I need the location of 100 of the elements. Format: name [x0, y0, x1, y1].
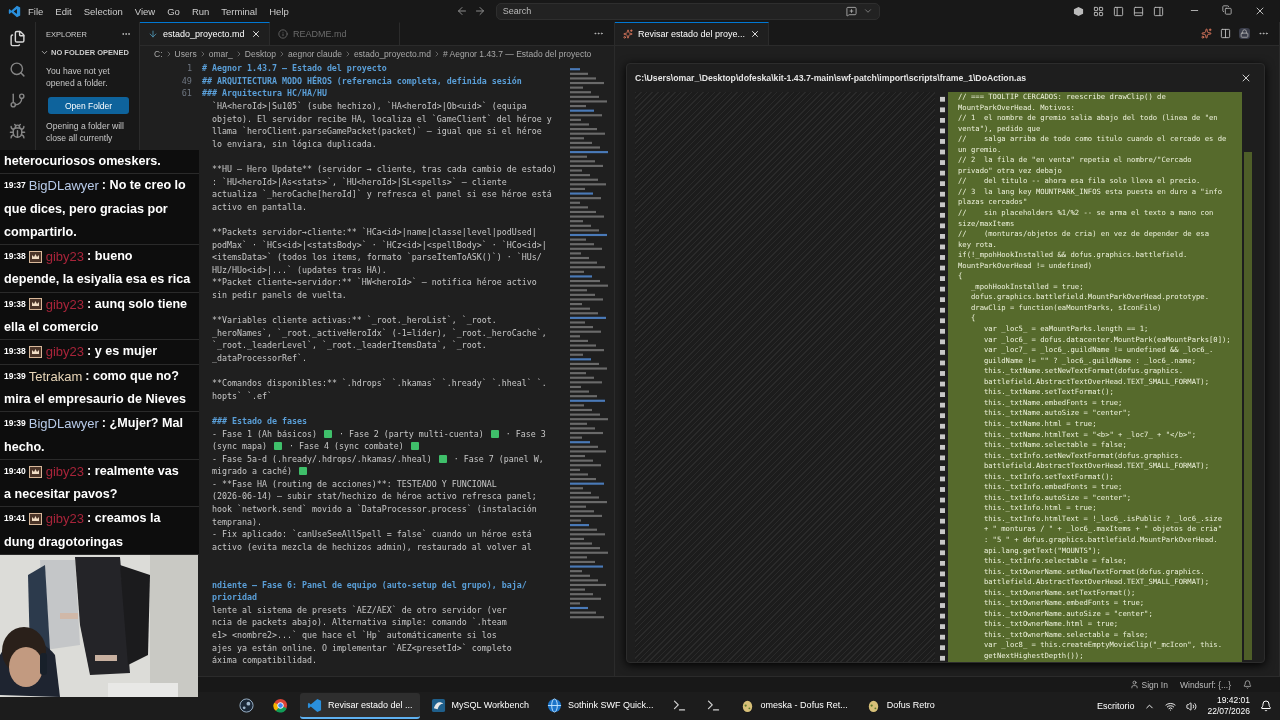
- code-line: activo en pantalla.: [212, 201, 307, 212]
- check-mark-icon: [298, 467, 307, 476]
- chat-text: : No te creo lo: [101, 177, 186, 195]
- line-number: 61: [180, 88, 192, 99]
- chat-timestamp: 19:40: [4, 464, 26, 478]
- sign-in-item[interactable]: Sign In: [1129, 679, 1168, 690]
- code-text: · Fase 7 (panel W,: [452, 453, 544, 464]
- source-control-icon[interactable]: [9, 92, 26, 109]
- check-mark-icon: [273, 442, 282, 451]
- chat-text: compartirlo.: [4, 223, 77, 241]
- menu-item[interactable]: File: [23, 3, 49, 19]
- forward-arrow-icon[interactable]: [473, 5, 486, 17]
- breadcrumb-item[interactable]: estado_proyecto.md: [353, 48, 431, 59]
- desktop-label[interactable]: Escritorio: [1096, 701, 1135, 711]
- menu-item[interactable]: Go: [162, 3, 185, 19]
- chat-username: giby23: [45, 343, 85, 362]
- chat-text: hecho.: [4, 438, 45, 456]
- breadcrumb-item[interactable]: # Aegnor 1.43.7 — Estado del proyecto: [442, 48, 592, 59]
- chat-text: : creamos la: [87, 510, 161, 528]
- sparkle-icon[interactable]: [1201, 28, 1212, 39]
- search-icon[interactable]: [9, 61, 26, 78]
- code-line: temprana).: [212, 516, 262, 527]
- menu-item[interactable]: Run: [186, 3, 215, 19]
- code-line: **Packet cliente→servidor:** `HW<heroId>` — notifica héroe activo: [212, 277, 537, 288]
- code-line: sin pedir panels de vuelta.: [212, 290, 347, 300]
- menu-item[interactable]: Help: [264, 3, 294, 19]
- line-number: 1: [185, 63, 192, 74]
- chevron-down-icon[interactable]: [40, 48, 49, 57]
- chat-text: : y es mujer: [87, 343, 158, 361]
- breadcrumb-item[interactable]: C:: [154, 48, 163, 59]
- chat-text: depende, la esiyalia esa es rica: [4, 271, 191, 289]
- wifi-icon[interactable]: [1165, 700, 1177, 712]
- code-line: (2026-06-14) — subir stat/hechizo de héroe activo refresca panel;: [212, 491, 537, 502]
- close-icon[interactable]: [1240, 72, 1252, 84]
- menu-item[interactable]: Edit: [50, 3, 77, 19]
- lock-icon[interactable]: [1239, 28, 1250, 39]
- panel-left-icon[interactable]: [1113, 5, 1124, 17]
- code-editor-logo-icon: [8, 4, 21, 18]
- code-line: hopts` `.ef`: [212, 390, 272, 401]
- chat-timestamp: 19:41: [4, 512, 26, 526]
- chat-username: BigDLawyer: [28, 177, 99, 196]
- menu-item[interactable]: View: [129, 3, 161, 19]
- chevron-down-icon[interactable]: [862, 6, 873, 16]
- bell-icon[interactable]: [1243, 680, 1252, 689]
- breadcrumb-item[interactable]: Users: [174, 48, 197, 59]
- close-icon[interactable]: [1254, 5, 1266, 17]
- clock[interactable]: 19:42:01 22/07/2026: [1207, 695, 1250, 717]
- code-text: · Fase 2 (party multi-cuenta): [337, 428, 485, 439]
- code-text: · Fase 4 (sync combate): [287, 441, 405, 452]
- layout-icon[interactable]: [1093, 5, 1104, 17]
- menu-item[interactable]: Terminal: [216, 3, 263, 19]
- code-line: podMax` · `HCs<id>|<statsBody>` · `HCz<id>|<spellBody>` · `HCo<id>|: [212, 239, 547, 250]
- close-tab-icon[interactable]: [251, 29, 261, 39]
- files-icon[interactable]: [9, 30, 26, 47]
- taskbar-app[interactable]: omeska - Dofus Ret...: [732, 693, 855, 719]
- search-field[interactable]: Search: [495, 2, 880, 20]
- code-line: hook `network.send` movido a `DataProcessor.process` (instalación: [212, 504, 537, 515]
- editor-tab[interactable]: Revisar estado del proye...: [615, 22, 770, 45]
- taskbar-app[interactable]: Sothink SWF Quick...: [540, 693, 661, 719]
- markdown-heading: ndiente — Fase 6: Panel de equipo (auto-setup del grupo), baja/: [212, 579, 527, 590]
- bug-icon[interactable]: [9, 123, 26, 140]
- volume-icon[interactable]: [1186, 700, 1198, 712]
- restore-icon[interactable]: [1222, 5, 1232, 15]
- cube-icon[interactable]: [1073, 5, 1084, 17]
- line-number: 49: [180, 75, 192, 86]
- editor-tab[interactable]: estado_proyecto.md: [140, 22, 270, 45]
- chat-text: que dices, pero gracias por: [4, 200, 168, 218]
- code-line: **Packets servidor→cliente:** `HCa<id>|name|classe|level|podUsed|: [212, 227, 537, 237]
- code-line: _heroNames`, `_root._activeHeroIdx` (-1=líder), `_root._heroCache`,: [212, 327, 547, 338]
- code-line: <itemsData>` (todos los items, formato `parseItemToASK()`) · `HUs/: [212, 252, 542, 263]
- chat-text: : realmente vas: [87, 462, 179, 480]
- breadcrumb-item[interactable]: omar_: [208, 48, 233, 59]
- taskbar-app[interactable]: Dofus Retro: [858, 693, 951, 719]
- chat-text: : ¿Mujer? Mal: [101, 415, 183, 433]
- close-tab-icon[interactable]: [750, 29, 761, 39]
- breadcrumb-item[interactable]: Desktop: [244, 48, 276, 59]
- code-line: activo (evita mezcla de hechizos admin), restaurado al volver al: [212, 541, 532, 552]
- code-line: llama `heroClient.parseGamePacket(packet)` — igual que si el héroe: [212, 126, 542, 137]
- code-text: · Fase 3: [504, 428, 546, 439]
- code-line: lente al sistema de presets `AEZ/AEX` de otro servidor (ver: [212, 604, 507, 615]
- breadcrumb-item[interactable]: aegnor claude: [288, 48, 342, 59]
- code-line: ajes ya están online. O implementar `AEZ<presetId>` completo: [212, 642, 512, 653]
- check-mark-icon: [490, 429, 499, 438]
- panel-bottom-icon[interactable]: [1133, 5, 1144, 17]
- back-arrow-icon[interactable]: [455, 5, 468, 17]
- code-line: **Comandos disponibles:** `.hdrops` `.hkamas` `.hready` `.hheal` `.: [212, 378, 547, 389]
- check-mark-icon: [323, 429, 332, 438]
- person-icon: [1129, 680, 1139, 689]
- split-editor-icon[interactable]: [1220, 28, 1231, 39]
- notification-icon[interactable]: [1260, 700, 1272, 712]
- menu-item[interactable]: Selection: [78, 3, 128, 19]
- open-folder-button[interactable]: Open Folder: [48, 97, 129, 114]
- taskbar-app[interactable]: Revisar estado del ...: [300, 693, 420, 719]
- extension-status[interactable]: Windsurf: {...}: [1179, 679, 1231, 690]
- code-line: `HA<heroId>|Su105` (sube hechizo), `HA<heroId>|Ob<uid>` (equipa: [212, 101, 527, 112]
- scrollbar-thumb[interactable]: [1244, 152, 1252, 660]
- chat-username: giby23: [45, 295, 85, 314]
- chat-icon[interactable]: [845, 5, 857, 17]
- panel-right-icon[interactable]: [1153, 5, 1164, 17]
- taskbar-app[interactable]: MySQL Workbench: [423, 693, 537, 719]
